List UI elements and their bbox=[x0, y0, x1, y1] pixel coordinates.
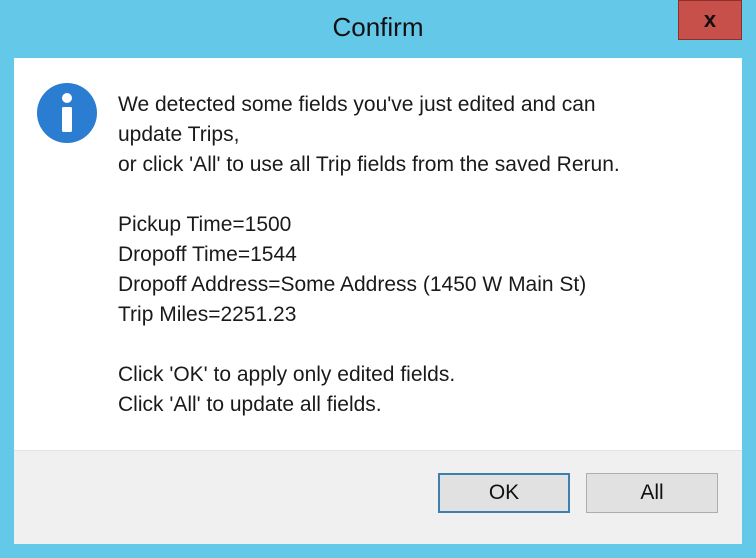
message-line: We detected some fields you've just edit… bbox=[118, 93, 596, 116]
instruction-ok: Click 'OK' to apply only edited fields. bbox=[118, 363, 456, 386]
window-border bbox=[0, 544, 756, 558]
ok-button[interactable]: OK bbox=[438, 473, 570, 513]
dialog-body: We detected some fields you've just edit… bbox=[14, 58, 742, 545]
close-button[interactable]: x bbox=[678, 0, 742, 40]
dialog-title: Confirm bbox=[332, 12, 424, 42]
field-trip-miles: Trip Miles=2251.23 bbox=[118, 303, 297, 326]
button-bar: OK All bbox=[14, 450, 742, 545]
message-text: We detected some fields you've just edit… bbox=[118, 90, 718, 420]
title-bar[interactable]: Confirm x bbox=[0, 0, 756, 58]
info-icon bbox=[37, 83, 97, 143]
all-button[interactable]: All bbox=[586, 473, 718, 513]
instruction-all: Click 'All' to update all fields. bbox=[118, 393, 382, 416]
close-icon: x bbox=[703, 7, 717, 32]
message-line: update Trips, bbox=[118, 123, 240, 146]
confirm-dialog: Confirm x We detected some fields you've… bbox=[0, 0, 756, 558]
field-pickup-time: Pickup Time=1500 bbox=[118, 213, 292, 236]
field-dropoff-address: Dropoff Address=Some Address (1450 W Mai… bbox=[118, 273, 587, 296]
field-dropoff-time: Dropoff Time=1544 bbox=[118, 243, 297, 266]
message-line: or click 'All' to use all Trip fields fr… bbox=[118, 153, 620, 176]
